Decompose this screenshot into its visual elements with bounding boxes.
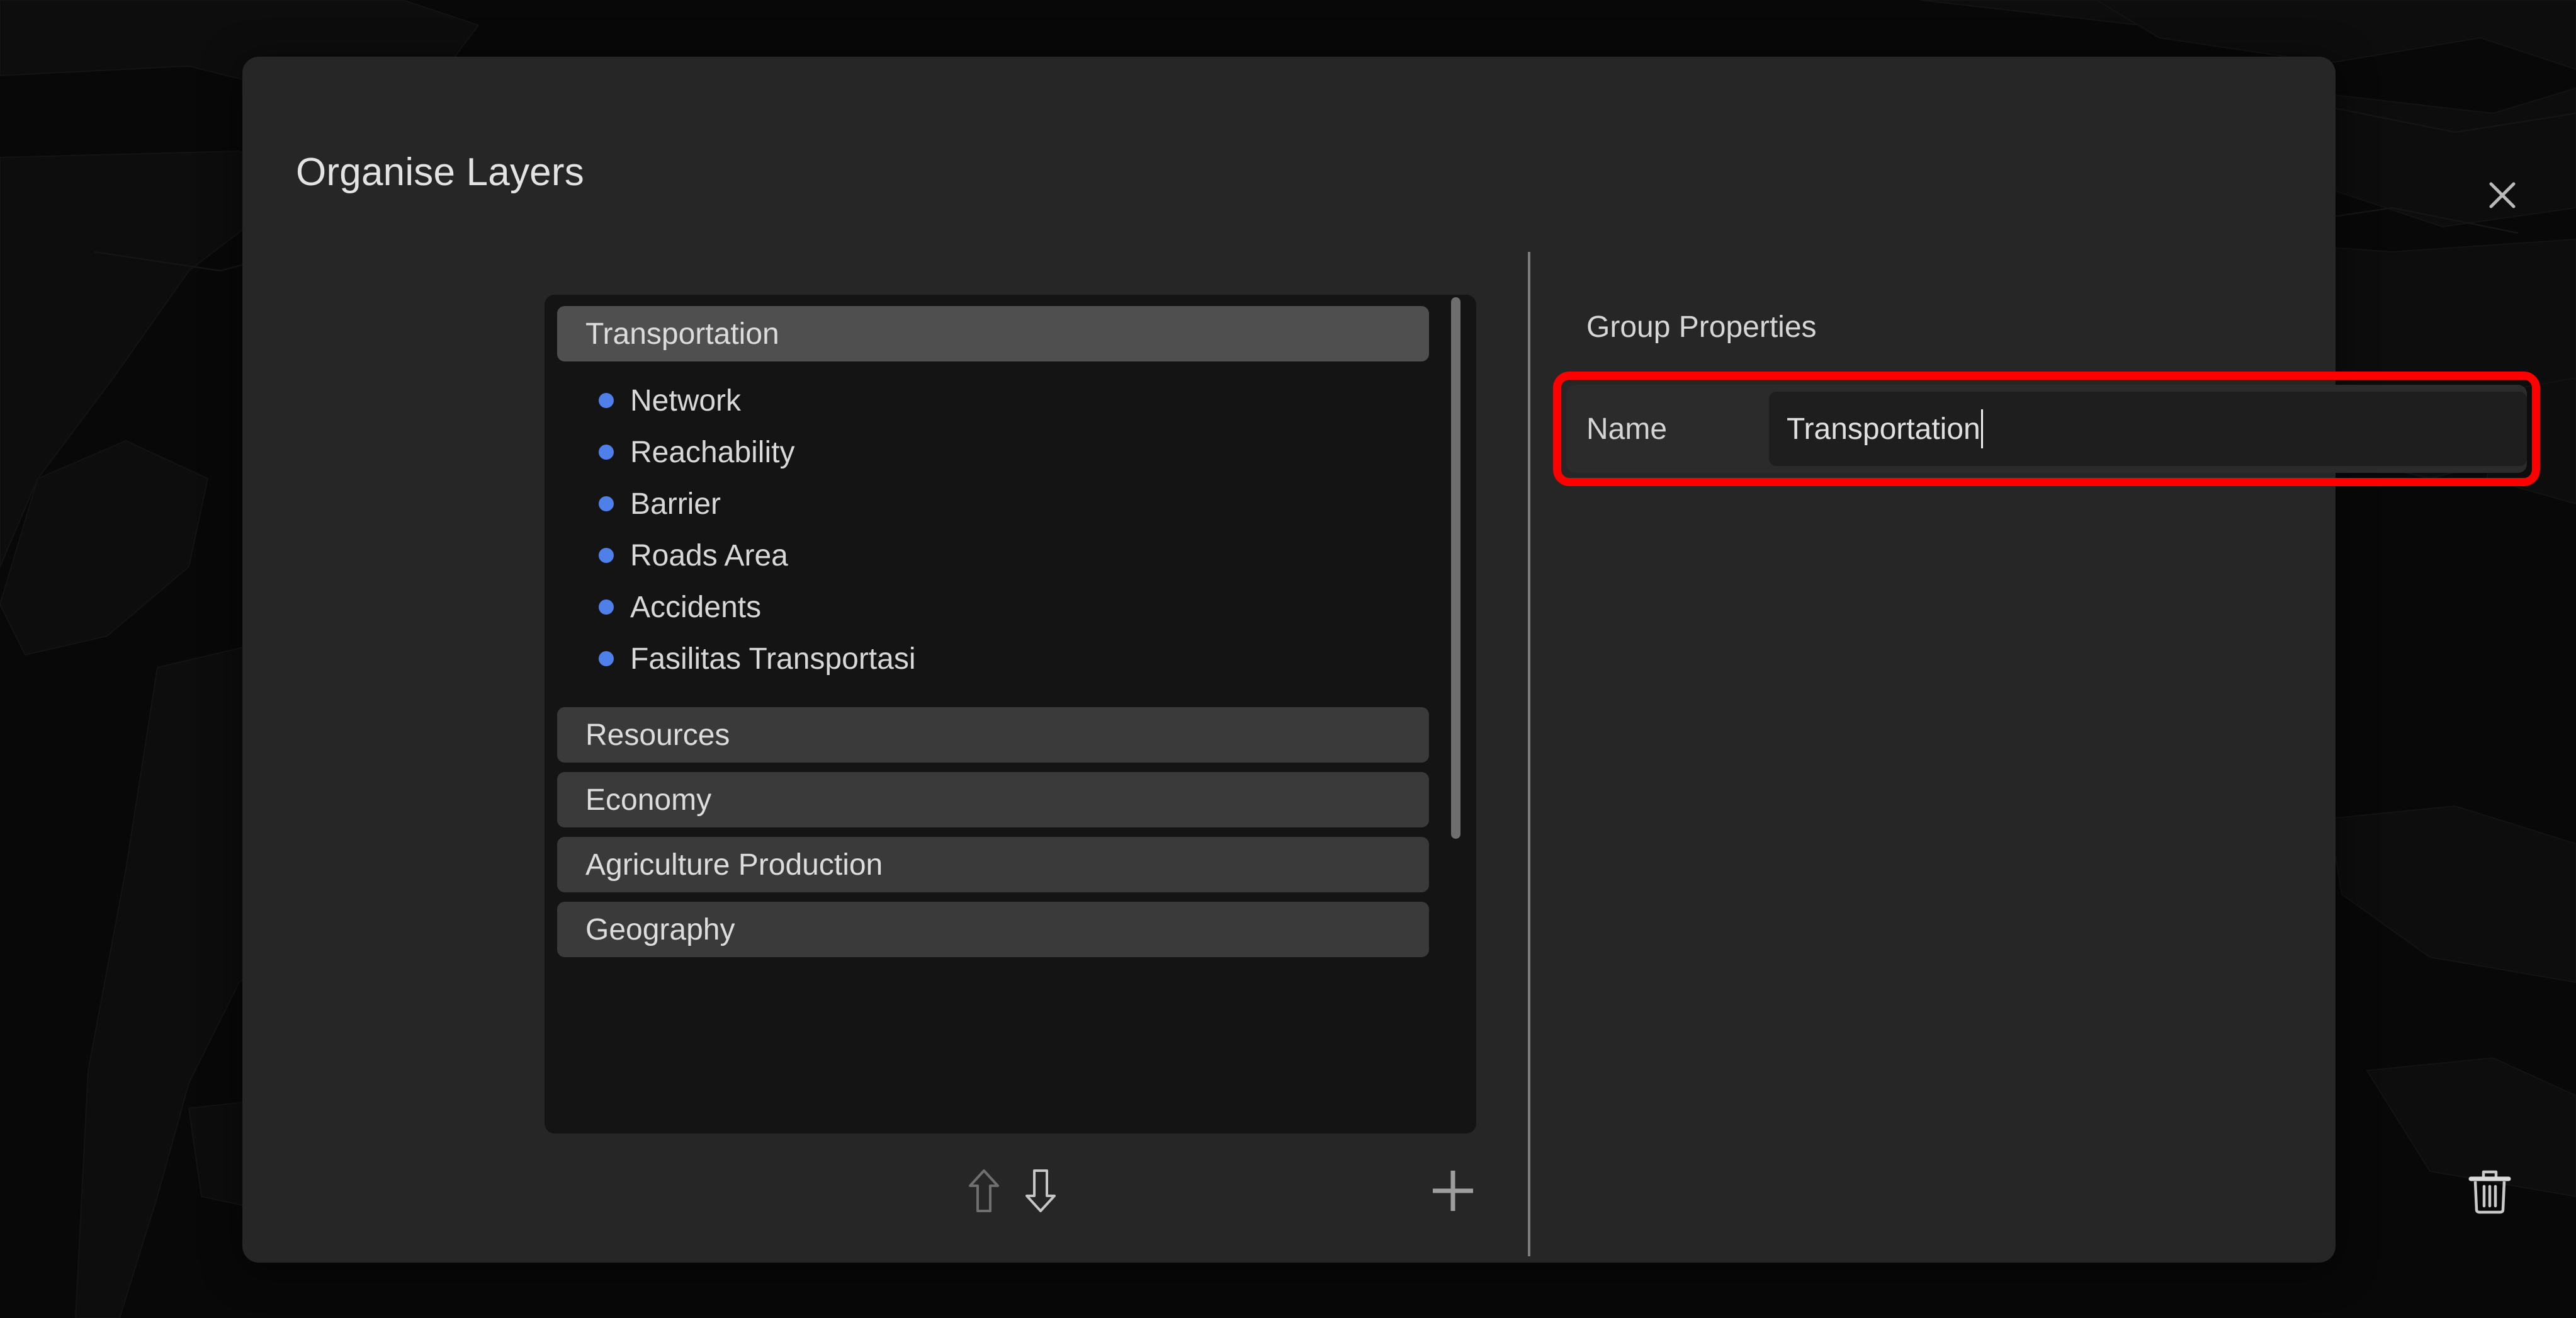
layer-item-label: Fasilitas Transportasi (630, 642, 916, 676)
layer-item-label: Roads Area (630, 538, 788, 572)
layer-item-label: Reachability (630, 435, 795, 469)
layer-bullet-icon (599, 599, 614, 615)
page-title: Organise Layers (296, 151, 584, 194)
layer-group-geography[interactable]: Geography (557, 902, 1429, 957)
layer-group-economy[interactable]: Economy (557, 772, 1429, 827)
name-input[interactable]: Transportation (1769, 392, 2527, 466)
name-input-value: Transportation (1787, 412, 1980, 446)
layer-item-fasilitas-transportasi[interactable]: Fasilitas Transportasi (557, 633, 1429, 684)
move-down-button[interactable] (1012, 1157, 1070, 1227)
layer-item-network[interactable]: Network (557, 375, 1429, 426)
layer-item-barrier[interactable]: Barrier (557, 479, 1429, 529)
layer-item-accidents[interactable]: Accidents (557, 582, 1429, 632)
layer-group-label: Resources (585, 718, 730, 752)
layer-group-label: Agriculture Production (585, 848, 883, 882)
layer-group-resources[interactable]: Resources (557, 707, 1429, 763)
layer-bullet-icon (599, 445, 614, 460)
add-group-button[interactable] (1418, 1157, 1488, 1227)
trash-icon (2468, 1167, 2511, 1218)
arrow-up-icon (966, 1167, 1002, 1218)
arrow-down-icon (1023, 1167, 1058, 1218)
layer-group-agriculture-production[interactable]: Agriculture Production (557, 837, 1429, 892)
layer-bullet-icon (599, 496, 614, 511)
organise-layers-dialog: Organise Layers Transportation Network R… (242, 57, 2540, 1263)
layer-bullet-icon (599, 651, 614, 666)
group-properties-heading: Group Properties (1586, 310, 1817, 344)
list-scrollbar[interactable] (1449, 295, 1462, 1133)
layer-item-label: Network (630, 383, 742, 418)
layer-group-label: Transportation (585, 317, 779, 351)
layer-bullet-icon (599, 548, 614, 563)
layer-bullet-icon (599, 393, 614, 408)
layer-item-reachability[interactable]: Reachability (557, 427, 1429, 477)
panel-divider (1528, 252, 1530, 1256)
layer-item-label: Accidents (630, 590, 762, 624)
layer-group-label: Geography (585, 912, 735, 946)
layer-group-label: Economy (585, 783, 712, 817)
layer-group-list[interactable]: Transportation Network Reachability Barr… (545, 295, 1476, 1133)
name-field-row: Name Transportation (1566, 385, 2527, 473)
list-scrollbar-thumb[interactable] (1451, 297, 1460, 839)
close-button[interactable] (2446, 145, 2559, 246)
move-up-button[interactable] (955, 1157, 1013, 1227)
close-icon (2483, 176, 2521, 214)
text-cursor (1980, 409, 1983, 448)
name-field-label: Name (1586, 412, 1668, 446)
layer-item-roads-area[interactable]: Roads Area (557, 530, 1429, 581)
layer-group-transportation[interactable]: Transportation (557, 306, 1429, 361)
plus-icon (1428, 1166, 1478, 1219)
layer-item-label: Barrier (630, 487, 721, 521)
delete-button[interactable] (2455, 1157, 2524, 1227)
